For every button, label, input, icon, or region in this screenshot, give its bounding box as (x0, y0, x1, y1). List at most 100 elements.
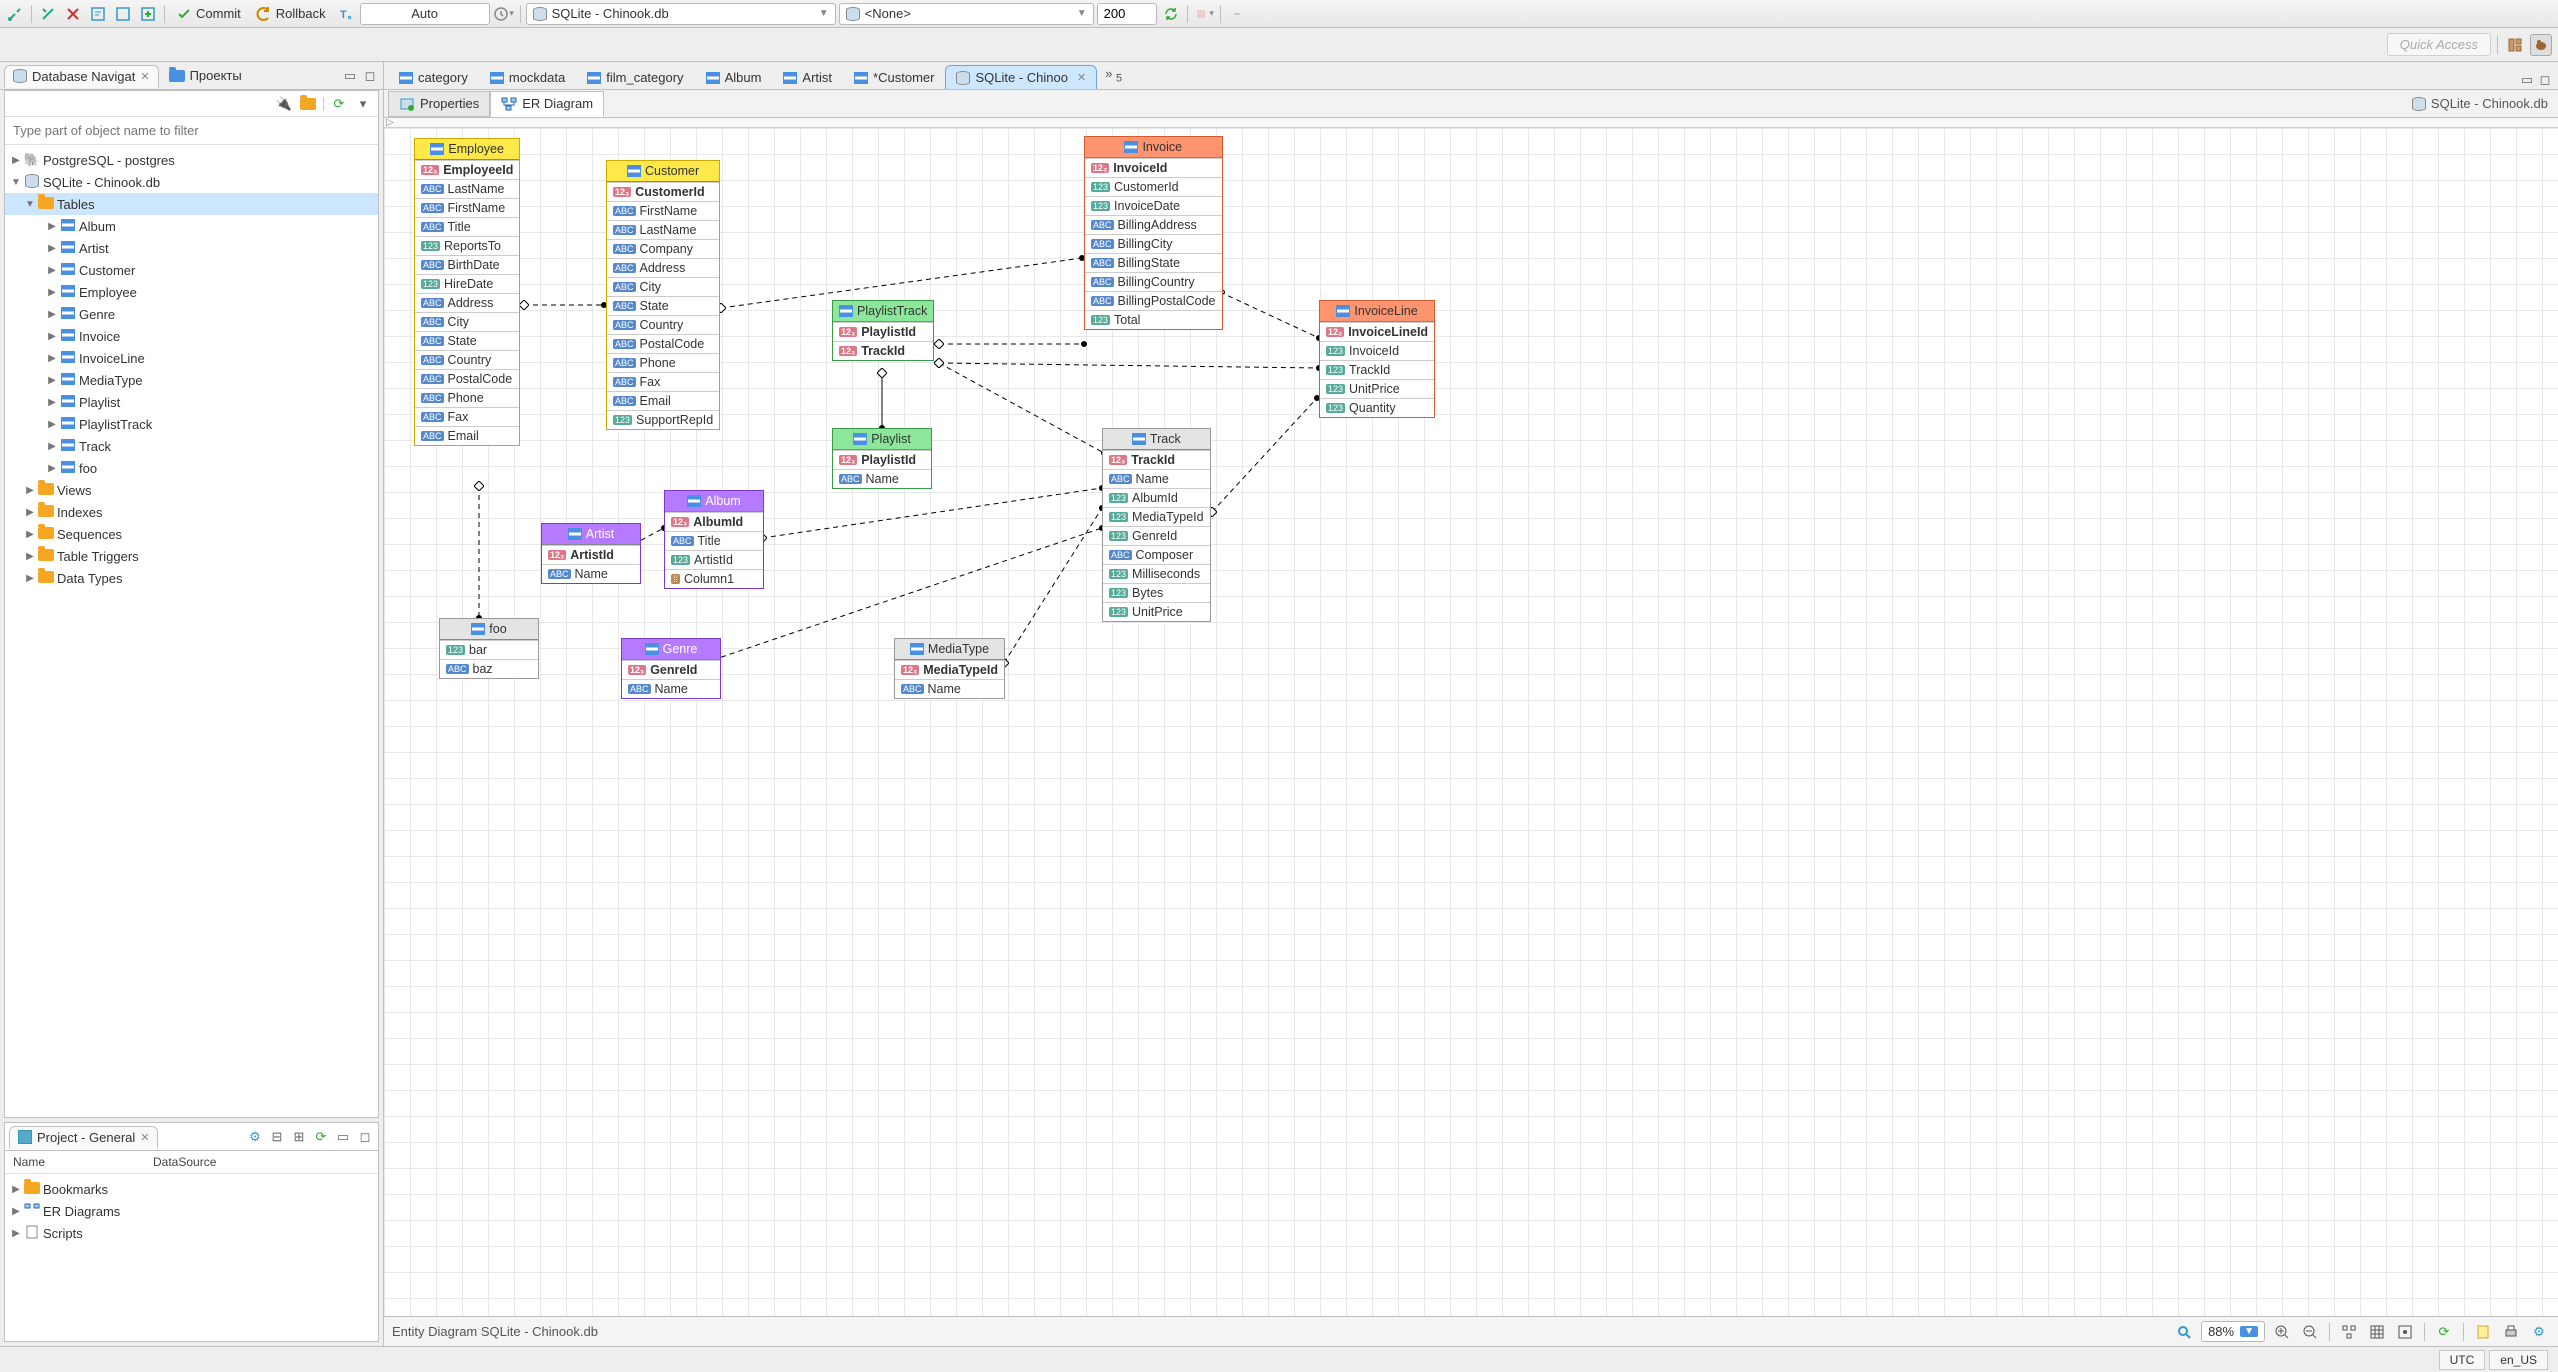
commit-button[interactable]: Commit (170, 3, 247, 25)
plug-icon[interactable]: 🔌 (275, 95, 293, 113)
zoom-in-icon[interactable] (2271, 1321, 2293, 1343)
table-header[interactable]: foo (440, 619, 538, 640)
column[interactable]: 123bar (440, 640, 538, 659)
editor-tab[interactable]: film_category (576, 65, 694, 89)
column[interactable]: 12₃CustomerId (607, 182, 719, 201)
column[interactable]: ABCFax (415, 407, 519, 426)
er-diagram-subtab[interactable]: ER Diagram (490, 91, 604, 117)
zoom-out-icon[interactable] (2299, 1321, 2321, 1343)
tree-node-indexes[interactable]: ▶Indexes (5, 501, 378, 523)
tree-node-table[interactable]: ▶Employee (5, 281, 378, 303)
column[interactable]: ABCAddress (415, 293, 519, 312)
perspective-icon[interactable] (2504, 34, 2526, 56)
column[interactable]: ⁞⁞Column1 (665, 569, 763, 588)
tree-node-table[interactable]: ▶Artist (5, 237, 378, 259)
column[interactable]: ABCCity (415, 312, 519, 331)
er-table-invoice[interactable]: Invoice12₃InvoiceId123CustomerId123Invoi… (1084, 136, 1223, 330)
expand-icon[interactable]: ▶ (45, 243, 59, 254)
maximize-icon[interactable]: ◻ (356, 1128, 374, 1146)
column[interactable]: 12₃InvoiceLineId (1320, 322, 1434, 341)
tree-node-postgres[interactable]: ▶🐘PostgreSQL - postgres (5, 149, 378, 171)
column[interactable]: ABCName (622, 679, 720, 698)
editor-tab[interactable]: category (388, 65, 479, 89)
close-icon[interactable]: ✕ (140, 70, 149, 83)
er-table-playlist[interactable]: Playlist12₃PlaylistIdABCName (832, 428, 932, 489)
column[interactable]: ABCCountry (415, 350, 519, 369)
expand-icon[interactable]: ▶ (9, 155, 23, 166)
column[interactable]: ABCName (1103, 469, 1210, 488)
rollback-button[interactable]: Rollback (250, 3, 332, 25)
column[interactable]: 12₃EmployeeId (415, 160, 519, 179)
tabs-overflow-button[interactable]: » 5 (1097, 62, 1130, 89)
expand-icon[interactable]: ▶ (45, 441, 59, 452)
project-tree-item[interactable]: ▶ER Diagrams (5, 1200, 378, 1222)
column[interactable]: 123UnitPrice (1103, 602, 1210, 621)
minimize-icon[interactable]: ▭ (341, 67, 359, 85)
column[interactable]: ABCPostalCode (415, 369, 519, 388)
minimize-icon[interactable]: ▭ (2518, 71, 2536, 89)
column[interactable]: ABCBirthDate (415, 255, 519, 274)
column[interactable]: 123AlbumId (1103, 488, 1210, 507)
column[interactable]: 12₃ArtistId (542, 545, 640, 564)
er-table-employee[interactable]: Employee12₃EmployeeIdABCLastNameABCFirst… (414, 138, 520, 446)
table-header[interactable]: Genre (622, 639, 720, 660)
close-icon[interactable]: ✕ (1077, 71, 1086, 84)
column[interactable]: ABCBillingCity (1085, 234, 1222, 253)
expand-icon[interactable]: ▶ (23, 573, 37, 584)
tree-node-table[interactable]: ▶MediaType (5, 369, 378, 391)
result-limit-input[interactable] (1097, 3, 1157, 25)
tree-node-triggers[interactable]: ▶Table Triggers (5, 545, 378, 567)
recent-sql-icon[interactable] (112, 3, 134, 25)
table-header[interactable]: Customer (607, 161, 719, 182)
editor-tab[interactable]: *Customer (843, 65, 945, 89)
new-sql-icon[interactable] (137, 3, 159, 25)
column[interactable]: 12₃GenreId (622, 660, 720, 679)
column[interactable]: ABCPhone (415, 388, 519, 407)
column[interactable]: ABCName (895, 679, 1004, 698)
column[interactable]: 12₃TrackId (833, 341, 933, 360)
table-header[interactable]: Invoice (1085, 137, 1222, 158)
expand-icon[interactable]: ▶ (45, 309, 59, 320)
refresh-icon[interactable]: ⟳ (330, 95, 348, 113)
column[interactable]: 123CustomerId (1085, 177, 1222, 196)
projects-tab[interactable]: Проекты (161, 65, 250, 86)
grid-icon[interactable] (2366, 1321, 2388, 1343)
refresh-icon[interactable] (1160, 3, 1182, 25)
column[interactable]: 123ReportsTo (415, 236, 519, 255)
expand-icon[interactable]: ▶ (45, 287, 59, 298)
tree-node-table[interactable]: ▶InvoiceLine (5, 347, 378, 369)
column[interactable]: ABCName (833, 469, 931, 488)
column[interactable]: 123ArtistId (665, 550, 763, 569)
col-datasource[interactable]: DataSource (145, 1151, 224, 1173)
column[interactable]: ABCState (607, 296, 719, 315)
column[interactable]: ABCEmail (415, 426, 519, 445)
table-header[interactable]: Employee (415, 139, 519, 160)
column[interactable]: 123TrackId (1320, 360, 1434, 379)
column[interactable]: 123Quantity (1320, 398, 1434, 417)
col-name[interactable]: Name (5, 1151, 145, 1173)
editor-tab[interactable]: mockdata (479, 65, 576, 89)
gear-icon[interactable]: ⚙ (246, 1128, 264, 1146)
search-icon[interactable] (2173, 1321, 2195, 1343)
column[interactable]: ABCBillingCountry (1085, 272, 1222, 291)
column[interactable]: ABCState (415, 331, 519, 350)
column[interactable]: ABCLastName (415, 179, 519, 198)
expand-icon[interactable]: ▶ (9, 1206, 23, 1217)
tree-node-sequences[interactable]: ▶Sequences (5, 523, 378, 545)
column[interactable]: ABCbaz (440, 659, 538, 678)
er-table-invoiceline[interactable]: InvoiceLine12₃InvoiceLineId123InvoiceId1… (1319, 300, 1435, 418)
collapse-all-icon[interactable]: ⊟ (268, 1128, 286, 1146)
tree-node-table[interactable]: ▶Playlist (5, 391, 378, 413)
history-icon[interactable]: ▾ (493, 3, 515, 25)
zoom-combo[interactable]: 88%▼ (2201, 1321, 2265, 1342)
active-db-combo[interactable]: SQLite - Chinook.db▼ (526, 3, 836, 25)
column[interactable]: 123GenreId (1103, 526, 1210, 545)
expand-icon[interactable]: ▶ (23, 507, 37, 518)
column[interactable]: ABCTitle (415, 217, 519, 236)
link-icon[interactable] (1226, 3, 1248, 25)
connect-icon[interactable] (37, 3, 59, 25)
table-header[interactable]: MediaType (895, 639, 1004, 660)
column[interactable]: ABCBillingPostalCode (1085, 291, 1222, 310)
er-table-artist[interactable]: Artist12₃ArtistIdABCName (541, 523, 641, 584)
status-locale[interactable]: en_US (2489, 1350, 2548, 1370)
